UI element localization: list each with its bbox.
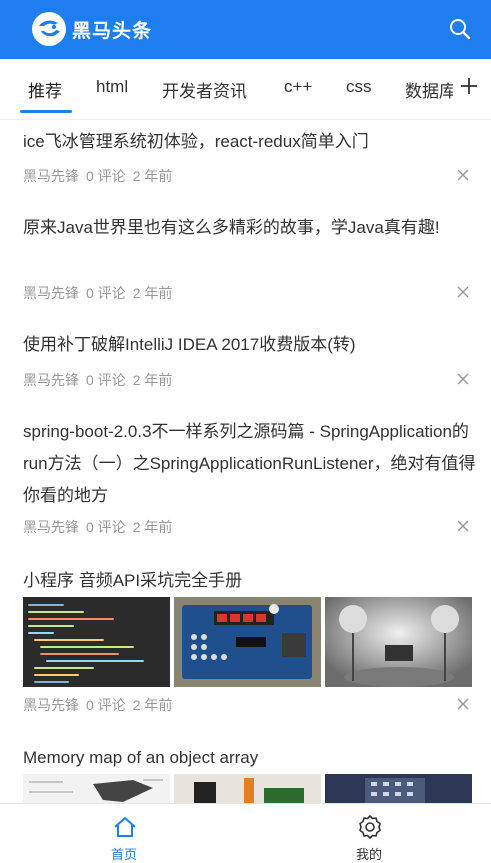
article-comments: 0 评论	[86, 168, 126, 184]
tab-html[interactable]: html	[96, 77, 128, 97]
thumbnail-photo-studio	[325, 597, 472, 687]
thumbnail-code	[23, 597, 170, 687]
app-logo: 黑马头条	[30, 10, 152, 48]
tab-cpp[interactable]: c++	[284, 77, 312, 97]
list-item[interactable]: 原来Java世界里也有这么多精彩的故事，学Java真有趣! 黑马先锋 0 评论 2 …	[0, 207, 491, 325]
article-title: Memory map of an object array	[23, 748, 259, 767]
close-icon[interactable]	[457, 698, 469, 710]
thumbnail-circuit-board	[174, 597, 321, 687]
close-icon[interactable]	[457, 286, 469, 298]
tab-css[interactable]: css	[346, 77, 372, 97]
article-time: 2 年前	[132, 372, 173, 388]
active-tab-indicator	[20, 110, 72, 113]
channel-tabs: 推荐 html 开发者资讯 c++ css 数据库	[0, 59, 491, 120]
article-meta: 黑马先锋 0 评论 2 年前	[23, 695, 179, 715]
article-comments: 0 评论	[86, 372, 126, 388]
thumbnail-building	[325, 774, 472, 804]
bottom-tab-bar: 首页 我的	[0, 803, 491, 862]
thumbnail-diagram	[23, 774, 170, 804]
article-meta: 黑马先锋 0 评论 2 年前	[23, 517, 179, 537]
article-comments: 0 评论	[86, 285, 126, 301]
tabbar-label-home: 首页	[110, 847, 137, 862]
close-icon[interactable]	[457, 373, 469, 385]
tabbar-item-home[interactable]: 首页	[64, 804, 184, 862]
list-item[interactable]: 小程序 音频API采坑完全手册 黑马先锋 0 评论 2 年前	[0, 562, 491, 737]
article-comments: 0 评论	[86, 519, 126, 535]
close-icon[interactable]	[457, 520, 469, 532]
list-item[interactable]: 使用补丁破解IntelliJ IDEA 2017收费版本(转) 黑马先锋 0 评论…	[0, 325, 491, 412]
close-icon[interactable]	[457, 169, 469, 181]
list-item[interactable]: ice飞冰管理系统初体验，react-redux简单入门 黑马先锋 0 评论 2 年…	[0, 120, 491, 207]
article-time: 2 年前	[132, 285, 173, 301]
article-title: 原来Java世界里也有这么多精彩的故事，学Java真有趣!	[23, 218, 440, 237]
article-author: 黑马先锋	[23, 519, 79, 535]
tab-database[interactable]: 数据库	[405, 77, 456, 102]
article-time: 2 年前	[132, 519, 173, 535]
logo-icon	[32, 12, 66, 46]
app-title: 黑马头条	[72, 19, 153, 42]
article-author: 黑马先锋	[23, 168, 79, 184]
article-title: 小程序 音频API采坑完全手册	[23, 571, 243, 590]
settings-icon	[359, 815, 381, 839]
article-author: 黑马先锋	[23, 697, 79, 713]
article-author: 黑马先锋	[23, 285, 79, 301]
article-title: ice飞冰管理系统初体验，react-redux简单入门	[23, 132, 369, 151]
tabbar-item-me[interactable]: 我的	[309, 804, 429, 862]
tabbar-label-me: 我的	[355, 847, 382, 862]
article-title: 使用补丁破解IntelliJ IDEA 2017收费版本(转)	[23, 335, 356, 354]
tab-developer-news[interactable]: 开发者资讯	[162, 77, 247, 102]
article-title: spring-boot-2.0.3不一样系列之源码篇 - SpringAppli…	[23, 422, 476, 505]
article-meta: 黑马先锋 0 评论 2 年前	[23, 283, 179, 303]
article-meta: 黑马先锋 0 评论 2 年前	[23, 166, 179, 186]
thumbnail-hardware	[174, 774, 321, 804]
article-author: 黑马先锋	[23, 372, 79, 388]
article-comments: 0 评论	[86, 697, 126, 713]
search-icon[interactable]	[449, 18, 471, 40]
article-thumbnails	[23, 774, 472, 804]
article-time: 2 年前	[132, 697, 173, 713]
article-meta: 黑马先锋 0 评论 2 年前	[23, 370, 179, 390]
tab-recommend[interactable]: 推荐	[28, 77, 62, 102]
article-thumbnails	[23, 597, 472, 687]
article-time: 2 年前	[132, 168, 173, 184]
list-item[interactable]: spring-boot-2.0.3不一样系列之源码篇 - SpringAppli…	[0, 412, 491, 562]
home-icon	[114, 817, 136, 837]
app-header: 黑马头条	[0, 0, 491, 59]
plus-icon[interactable]	[459, 76, 479, 96]
